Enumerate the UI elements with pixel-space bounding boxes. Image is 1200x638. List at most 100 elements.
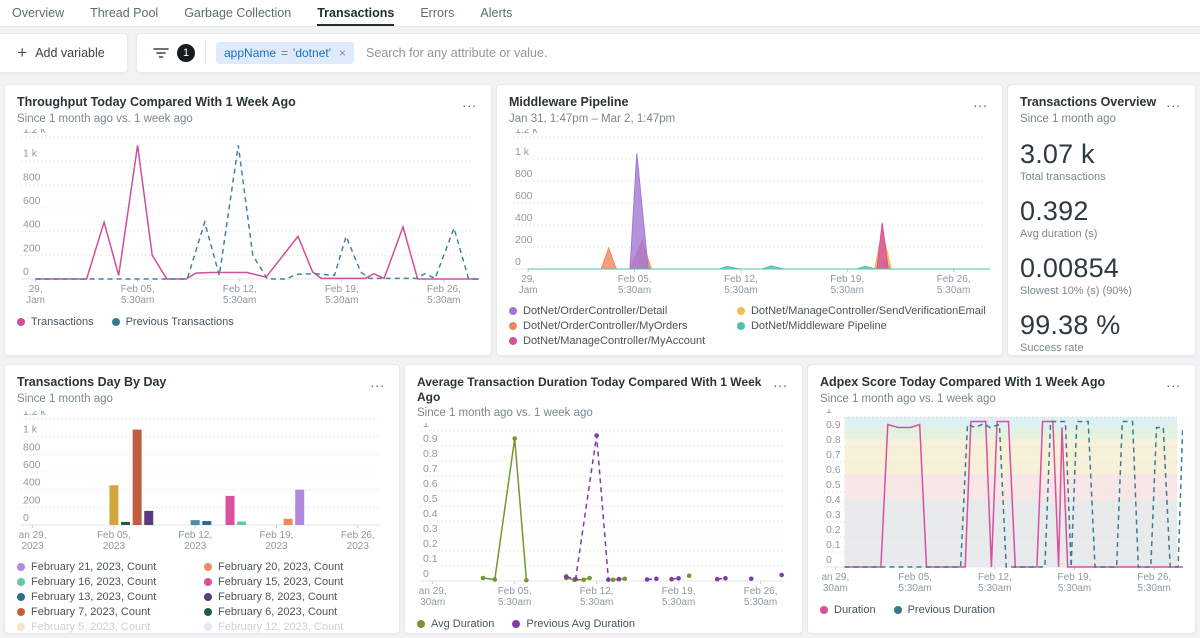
adpex-chart-canvas: 00.10.20.30.40.50.60.70.80.91an 29,30amF…: [820, 409, 1183, 595]
legend-item[interactable]: Avg Duration: [417, 618, 494, 630]
svg-text:1.2 k: 1.2 k: [23, 411, 47, 418]
svg-text:0.5: 0.5: [826, 479, 841, 491]
svg-text:Feb 26,: Feb 26,: [341, 530, 375, 541]
legend-label: February 8, 2023, Count: [218, 591, 337, 603]
panel-middleware-pipeline: Middleware Pipeline Jan 31, 1:47pm – Mar…: [496, 84, 1003, 356]
legend-dot-icon: [894, 606, 902, 614]
panel-menu-button[interactable]: ...: [771, 375, 790, 389]
legend-item[interactable]: Transactions: [17, 316, 94, 328]
plus-icon: +: [17, 43, 27, 63]
legend-label: February 20, 2023, Count: [218, 561, 343, 573]
svg-text:5:30am: 5:30am: [724, 285, 757, 296]
stat-label: Avg duration (s): [1020, 228, 1183, 240]
legend-item[interactable]: DotNet/ManageController/MyAccount: [509, 335, 729, 347]
panel-menu-button[interactable]: ...: [460, 95, 479, 109]
panel-menu-button[interactable]: ...: [1164, 95, 1183, 109]
svg-text:0: 0: [23, 266, 29, 278]
svg-text:Feb 26,: Feb 26,: [427, 284, 461, 295]
bar: [284, 518, 293, 524]
tab-garbage-collection[interactable]: Garbage Collection: [184, 0, 291, 26]
legend-item[interactable]: February 13, 2023, Count: [17, 591, 200, 603]
svg-text:5:30am: 5:30am: [618, 285, 651, 296]
svg-text:Feb 05,: Feb 05,: [898, 572, 932, 583]
legend-dot-icon: [737, 322, 745, 330]
middleware-pipeline-svg: 02004006008001 k1.2 k29,JamFeb 05,5:30am…: [509, 129, 990, 297]
add-variable-button[interactable]: + Add variable: [0, 33, 128, 73]
tab-alerts[interactable]: Alerts: [480, 0, 512, 26]
legend-item[interactable]: February 5, 2023, Count: [17, 621, 200, 633]
svg-text:0.1: 0.1: [826, 539, 841, 551]
legend-dot-icon: [509, 307, 517, 315]
svg-text:800: 800: [515, 168, 533, 180]
legend-item[interactable]: February 20, 2023, Count: [204, 561, 387, 573]
legend-item[interactable]: February 15, 2023, Count: [204, 576, 387, 588]
throughput-chart-legend: Transactions Previous Transactions: [17, 316, 479, 328]
svg-text:0.8: 0.8: [423, 448, 438, 460]
svg-text:0: 0: [515, 256, 521, 268]
svg-text:1: 1: [423, 423, 429, 430]
svg-text:200: 200: [515, 234, 533, 246]
svg-text:Feb 26,: Feb 26,: [744, 586, 778, 597]
stat-value: 0.392: [1020, 196, 1183, 227]
overview-stat: 0.00854Slowest 10% (s) (90%): [1020, 253, 1183, 297]
svg-text:Feb 12,: Feb 12,: [178, 530, 212, 541]
panel-title: Transactions Overview: [1020, 95, 1156, 111]
legend-item[interactable]: February 8, 2023, Count: [204, 591, 387, 603]
legend-item[interactable]: DotNet/OrderController/MyOrders: [509, 320, 729, 332]
legend-dot-icon: [17, 563, 25, 571]
legend-item[interactable]: February 7, 2023, Count: [17, 606, 200, 618]
svg-text:Feb 19,: Feb 19,: [662, 586, 696, 597]
panel-menu-button[interactable]: ...: [1164, 375, 1183, 389]
legend-item[interactable]: Duration: [820, 604, 876, 616]
svg-text:0.7: 0.7: [423, 463, 438, 475]
svg-text:Feb 19,: Feb 19,: [260, 530, 294, 541]
panel-menu-button[interactable]: ...: [368, 375, 387, 389]
legend-dot-icon: [17, 578, 25, 586]
svg-text:Feb 05,: Feb 05,: [121, 284, 155, 295]
svg-text:400: 400: [23, 218, 41, 230]
legend-item[interactable]: February 6, 2023, Count: [204, 606, 387, 618]
legend-item[interactable]: February 16, 2023, Count: [17, 576, 200, 588]
tab-errors[interactable]: Errors: [420, 0, 454, 26]
legend-item[interactable]: DotNet/Middleware Pipeline: [737, 320, 990, 332]
overview-stats: 3.07 kTotal transactions0.392Avg duratio…: [1020, 139, 1183, 354]
legend-item[interactable]: Previous Avg Duration: [512, 618, 635, 630]
legend-item[interactable]: Previous Transactions: [112, 316, 234, 328]
panel-title: Adpex Score Today Compared With 1 Week A…: [820, 375, 1105, 391]
chip-value: 'dotnet': [293, 46, 331, 60]
chip-remove-icon[interactable]: ×: [339, 46, 346, 60]
legend-item[interactable]: February 12, 2023, Count: [204, 621, 387, 633]
tab-thread-pool[interactable]: Thread Pool: [90, 0, 158, 26]
svg-text:Jam: Jam: [519, 285, 538, 296]
bar: [295, 489, 304, 524]
tab-transactions[interactable]: Transactions: [317, 0, 394, 26]
avg-duration-chart-legend: Avg Duration Previous Avg Duration: [417, 618, 790, 630]
svg-text:400: 400: [515, 212, 533, 224]
legend-label: Avg Duration: [431, 618, 494, 630]
svg-text:Feb 19,: Feb 19,: [325, 284, 359, 295]
svg-text:5:30am: 5:30am: [831, 285, 864, 296]
panel-transactions-day-by-day: Transactions Day By Day Since 1 month ag…: [4, 364, 400, 634]
add-variable-label: Add variable: [35, 46, 105, 60]
svg-text:1 k: 1 k: [23, 423, 38, 435]
svg-text:1 k: 1 k: [515, 146, 530, 158]
legend-item[interactable]: DotNet/ManageController/SendVerification…: [737, 305, 990, 317]
svg-text:5:30am: 5:30am: [121, 295, 154, 306]
search-input[interactable]: [364, 45, 1191, 61]
panel-menu-button[interactable]: ...: [971, 95, 990, 109]
legend-dot-icon: [737, 307, 745, 315]
svg-text:600: 600: [23, 195, 41, 207]
svg-text:0.3: 0.3: [423, 523, 438, 535]
svg-text:0.2: 0.2: [826, 524, 841, 536]
svg-text:1.2 k: 1.2 k: [23, 129, 47, 136]
legend-item[interactable]: Previous Duration: [894, 604, 995, 616]
panel-adpex-score: Adpex Score Today Compared With 1 Week A…: [807, 364, 1196, 634]
svg-text:0.5: 0.5: [423, 493, 438, 505]
svg-text:0.8: 0.8: [826, 434, 841, 446]
legend-label: DotNet/ManageController/MyAccount: [523, 335, 705, 347]
filter-chip[interactable]: appName = 'dotnet' ×: [216, 42, 354, 64]
legend-item[interactable]: DotNet/OrderController/Detail: [509, 305, 729, 317]
legend-item[interactable]: February 21, 2023, Count: [17, 561, 200, 573]
filter-funnel-icon[interactable]: [153, 46, 169, 60]
tab-overview[interactable]: Overview: [12, 0, 64, 26]
